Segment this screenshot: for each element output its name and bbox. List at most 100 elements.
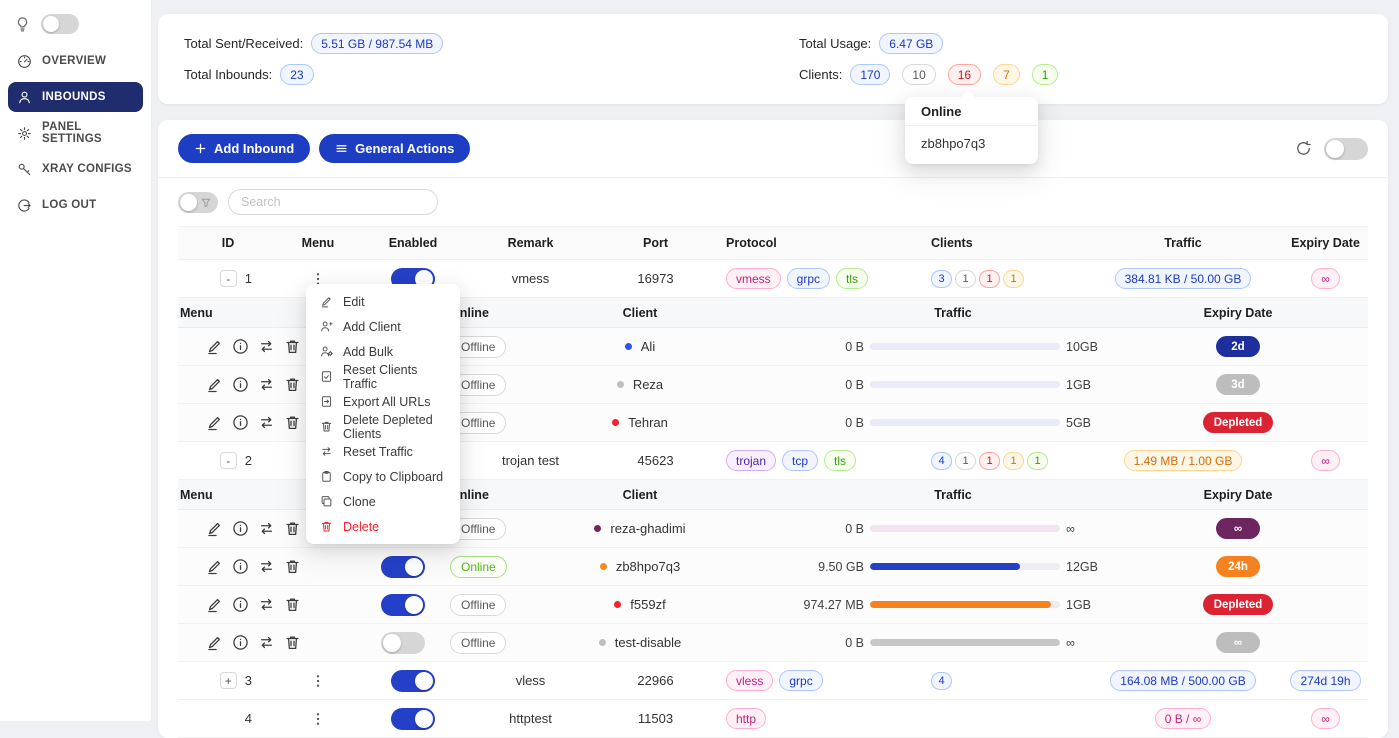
trash-icon[interactable] xyxy=(284,596,301,613)
bulb-icon xyxy=(14,16,31,33)
inbound-port: 22966 xyxy=(593,673,718,688)
sidebar-item-panel-settings[interactable]: PANEL SETTINGS xyxy=(8,118,143,148)
info-icon[interactable] xyxy=(232,596,249,613)
menu-item-reset-clients-traffic[interactable]: Reset Clients Traffic xyxy=(306,364,460,389)
qr-code-icon[interactable] xyxy=(180,558,197,575)
traffic-badge: 1.49 MB / 1.00 GB xyxy=(1124,450,1243,471)
online-popup-title: Online xyxy=(905,97,1038,126)
qr-code-icon[interactable] xyxy=(180,596,197,613)
sidebar-item-inbounds[interactable]: INBOUNDS xyxy=(8,82,143,112)
trash-icon[interactable] xyxy=(284,520,301,537)
sidebar-item-log-out[interactable]: LOG OUT xyxy=(8,190,143,220)
swap-icon[interactable] xyxy=(258,634,275,651)
enabled-toggle[interactable] xyxy=(391,708,435,730)
inbound-id: 2 xyxy=(245,453,252,468)
trash-icon[interactable] xyxy=(284,414,301,431)
search-input[interactable] xyxy=(228,189,438,215)
inbound-menu-cell xyxy=(278,711,358,727)
info-icon[interactable] xyxy=(232,414,249,431)
pencil-icon[interactable] xyxy=(206,520,223,537)
refresh-button[interactable] xyxy=(1293,138,1314,159)
pencil-icon[interactable] xyxy=(206,338,223,355)
sidebar-nav: OVERVIEW INBOUNDS PANEL SETTINGS XRAY CONFI… xyxy=(8,46,143,220)
theme-toggle[interactable] xyxy=(41,14,79,34)
qr-code-icon[interactable] xyxy=(180,634,197,651)
qr-code-icon[interactable] xyxy=(180,338,197,355)
client-count-badge: 1 xyxy=(979,270,1000,288)
qr-code-icon[interactable] xyxy=(180,414,197,431)
expand-button[interactable]: - xyxy=(220,452,237,469)
traffic-used: 974.27 MB xyxy=(798,598,864,612)
client-count-badge: 1 xyxy=(1003,270,1024,288)
menu-item-export-all-urls[interactable]: Export All URLs xyxy=(306,389,460,414)
person-icon xyxy=(17,90,32,105)
protocol-badge: grpc xyxy=(779,670,822,691)
info-icon[interactable] xyxy=(232,520,249,537)
traffic-bar-fill xyxy=(870,525,1060,532)
client-count-badge: 1 xyxy=(979,452,1000,470)
trash-icon[interactable] xyxy=(284,338,301,355)
traffic-badge: 164.08 MB / 500.00 GB xyxy=(1110,670,1255,691)
menu-item-add-bulk[interactable]: Add Bulk xyxy=(306,339,460,364)
column-header-enabled: Enabled xyxy=(358,236,468,250)
expand-button[interactable]: - xyxy=(220,270,237,287)
menu-item-reset-traffic[interactable]: Reset Traffic xyxy=(306,439,460,464)
row-menu-button[interactable] xyxy=(310,711,326,727)
stat-usage-label: Total Usage: xyxy=(799,36,871,51)
swap-icon[interactable] xyxy=(258,558,275,575)
client-enabled-toggle[interactable] xyxy=(381,594,425,616)
swap-icon[interactable] xyxy=(258,414,275,431)
menu-item-delete-depleted-clients[interactable]: Delete Depleted Clients xyxy=(306,414,460,439)
menu-item-delete[interactable]: Delete xyxy=(306,514,460,539)
client-enabled-toggle[interactable] xyxy=(381,632,425,654)
swap-icon[interactable] xyxy=(258,376,275,393)
client-traffic-cell: 974.27 MB1GB xyxy=(758,598,1148,612)
column-header-traffic: Traffic xyxy=(758,306,1148,320)
pencil-icon[interactable] xyxy=(206,414,223,431)
client-expiry-badge: 2d xyxy=(1216,336,1260,357)
menu-item-clone[interactable]: Clone xyxy=(306,489,460,514)
trash-icon[interactable] xyxy=(284,634,301,651)
dots-icon xyxy=(310,711,326,727)
column-header-client: Client xyxy=(508,306,758,320)
filter-toggle[interactable] xyxy=(178,192,218,213)
add-inbound-button[interactable]: Add Inbound xyxy=(178,134,310,163)
info-icon[interactable] xyxy=(232,558,249,575)
trash-icon[interactable] xyxy=(284,376,301,393)
swap-icon[interactable] xyxy=(258,596,275,613)
row-menu-button[interactable] xyxy=(310,673,326,689)
sidebar-item-xray-configs[interactable]: XRAY CONFIGS xyxy=(8,154,143,184)
qr-code-icon[interactable] xyxy=(180,376,197,393)
swap-icon[interactable] xyxy=(258,338,275,355)
info-icon[interactable] xyxy=(232,338,249,355)
sidebar-item-overview[interactable]: OVERVIEW xyxy=(8,46,143,76)
qr-code-icon[interactable] xyxy=(180,520,197,537)
info-icon[interactable] xyxy=(232,376,249,393)
inbound-id: 1 xyxy=(245,271,252,286)
swap-icon[interactable] xyxy=(258,520,275,537)
menu-item-edit[interactable]: Edit xyxy=(306,289,460,314)
traffic-used: 0 B xyxy=(798,522,864,536)
inbound-row: +3vless22966vlessgrpc4164.08 MB / 500.00… xyxy=(178,662,1368,700)
auto-refresh-toggle[interactable] xyxy=(1324,138,1368,160)
pencil-icon[interactable] xyxy=(206,558,223,575)
sidebar: OVERVIEW INBOUNDS PANEL SETTINGS XRAY CONFI… xyxy=(0,0,152,721)
client-count-badge: 16 xyxy=(948,64,981,85)
client-enabled-toggle[interactable] xyxy=(381,556,425,578)
pencil-icon[interactable] xyxy=(206,634,223,651)
expand-button[interactable]: + xyxy=(220,672,237,689)
inbound-expiry: ∞ xyxy=(1283,450,1368,471)
info-icon[interactable] xyxy=(232,634,249,651)
expiry-badge: ∞ xyxy=(1311,450,1340,471)
pencil-icon[interactable] xyxy=(206,596,223,613)
general-actions-button[interactable]: General Actions xyxy=(319,134,470,163)
pencil-icon[interactable] xyxy=(206,376,223,393)
client-count-badges: 4 xyxy=(931,672,952,690)
client-expiry-cell: 24h xyxy=(1148,556,1328,577)
enabled-toggle[interactable] xyxy=(391,670,435,692)
menu-item-add-client[interactable]: Add Client xyxy=(306,314,460,339)
inbound-protocols: vmessgrpctls xyxy=(718,268,923,289)
menu-item-copy-to-clipboard[interactable]: Copy to Clipboard xyxy=(306,464,460,489)
trash-icon[interactable] xyxy=(284,558,301,575)
client-expiry-cell: ∞ xyxy=(1148,518,1328,539)
